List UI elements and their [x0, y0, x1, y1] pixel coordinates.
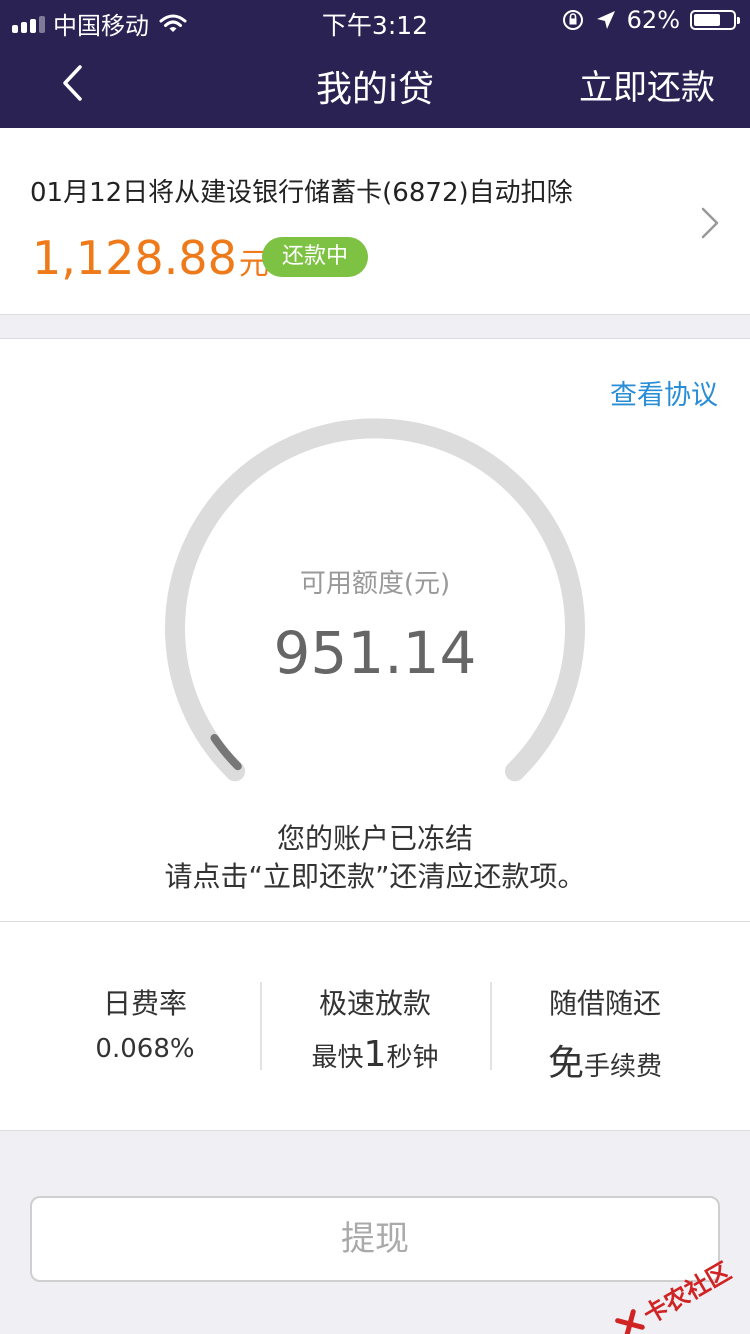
available-credit-value: 951.14: [273, 619, 477, 687]
feature-sub-big: 1: [363, 1034, 387, 1075]
credit-section: 查看协议 可用额度(元) 951.14 您的账户已冻结 请点击“立即还款”还清应…: [0, 338, 750, 922]
repayment-card[interactable]: 01月12日将从建设银行储蓄卡(6872)自动扣除 1,128.88 元 还款中: [0, 128, 750, 315]
withdraw-button[interactable]: 提现: [30, 1196, 720, 1282]
feature-sub-text: 0.068%: [95, 1034, 195, 1064]
feature-sub: 0.068%: [30, 1034, 260, 1064]
feature-sub: 免手续费: [490, 1034, 720, 1086]
view-agreement-link[interactable]: 查看协议: [610, 373, 718, 412]
feature-sub-prefix: 最快: [311, 1043, 364, 1073]
account-frozen-message: 您的账户已冻结: [276, 822, 473, 855]
nav-bar: 我的i贷 立即还款: [0, 40, 750, 128]
repay-now-button[interactable]: 立即还款: [579, 60, 715, 109]
status-badge: 还款中: [262, 237, 368, 277]
feature-flexible-repay: 随借随还 免手续费: [490, 982, 720, 1086]
battery-percent: 62%: [626, 6, 680, 34]
status-bar: 中国移动 下午3:12 62%: [0, 0, 750, 40]
location-arrow-icon: [596, 11, 615, 29]
repayment-amount: 1,128.88 元: [32, 231, 269, 285]
amount-value: 1,128.88: [32, 231, 237, 285]
features-row: 日费率 0.068% 极速放款 最快1秒钟 随借随还 免手续费: [0, 922, 750, 1131]
feature-sub-text: 手续费: [584, 1052, 663, 1082]
feature-daily-rate: 日费率 0.068%: [30, 982, 260, 1064]
feature-fast-loan: 极速放款 最快1秒钟: [260, 982, 490, 1075]
rotation-lock-icon: [562, 10, 583, 30]
feature-sub: 最快1秒钟: [260, 1034, 490, 1075]
repay-instruction-message: 请点击“立即还款”还清应还款项。: [164, 860, 586, 893]
battery-icon: [690, 10, 740, 30]
feature-title: 日费率: [102, 987, 187, 1020]
feature-title: 随借随还: [548, 987, 661, 1020]
feature-sub-big: 免: [547, 1043, 584, 1084]
chevron-right-icon: [701, 207, 719, 239]
feature-title: 极速放款: [318, 987, 431, 1020]
status-right: 62%: [561, 6, 740, 34]
header: 中国移动 下午3:12 62% 我的i贷 立即还款: [0, 0, 750, 128]
feature-sub-text: 秒钟: [386, 1043, 439, 1073]
available-credit-label: 可用额度(元): [299, 569, 451, 599]
app-screen: 中国移动 下午3:12 62% 我的i贷 立即还款 01月12日将从建设银行储蓄…: [0, 0, 750, 1334]
repayment-description: 01月12日将从建设银行储蓄卡(6872)自动扣除: [30, 178, 573, 208]
